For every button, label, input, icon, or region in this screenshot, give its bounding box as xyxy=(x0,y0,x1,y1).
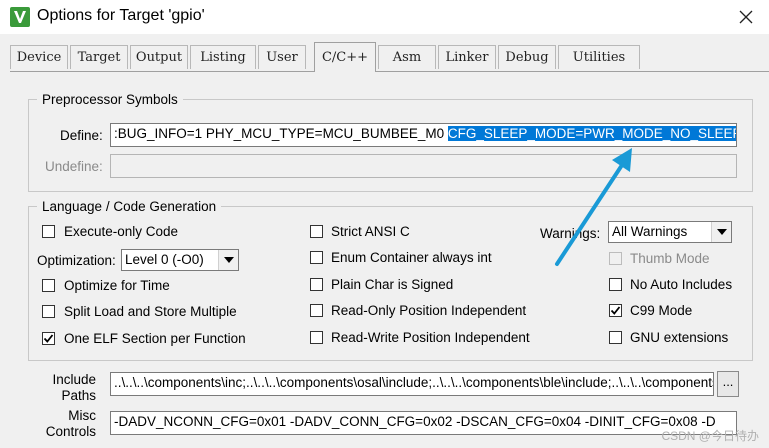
no-auto-includes-checkbox[interactable] xyxy=(609,278,622,291)
plain-char-checkbox[interactable] xyxy=(310,278,323,291)
include-paths-label-line2: Paths xyxy=(61,388,96,403)
define-label: Define: xyxy=(60,128,103,143)
undefine-input[interactable] xyxy=(110,154,737,178)
tab-strip: Device Target Output Listing User C/C++ … xyxy=(10,42,769,72)
include-browse-button[interactable]: ... xyxy=(717,371,739,397)
warnings-label: Warnings: xyxy=(540,226,601,241)
rw-pi-checkbox[interactable] xyxy=(310,331,323,344)
no-auto-includes-label: No Auto Includes xyxy=(630,277,733,292)
window-title: Options for Target 'gpio' xyxy=(37,7,205,24)
tab-output[interactable]: Output xyxy=(130,45,188,69)
include-paths-input[interactable]: ..\..\..\components\inc;..\..\..\compone… xyxy=(110,372,714,396)
close-button[interactable] xyxy=(723,0,769,34)
gnu-ext-label: GNU extensions xyxy=(630,330,729,345)
strict-ansi-label: Strict ANSI C xyxy=(331,224,410,239)
one-elf-checkbox[interactable] xyxy=(42,332,55,345)
tab-device[interactable]: Device xyxy=(10,45,68,69)
warnings-dropdown-button[interactable] xyxy=(711,222,731,242)
codegen-legend: Language / Code Generation xyxy=(42,199,217,214)
ro-pi-checkbox[interactable] xyxy=(310,304,323,317)
warnings-value: All Warnings xyxy=(612,224,688,239)
c99-mode-label: C99 Mode xyxy=(630,303,693,318)
optimization-dropdown-button[interactable] xyxy=(218,250,238,270)
gnu-ext-checkbox[interactable] xyxy=(609,331,622,344)
chevron-down-icon xyxy=(223,257,234,263)
optimization-value: Level 0 (-O0) xyxy=(125,252,204,267)
undefine-label: Undefine: xyxy=(45,159,103,174)
split-load-checkbox[interactable] xyxy=(42,305,55,318)
keil-uvision-icon xyxy=(10,7,30,27)
strict-ansi-checkbox[interactable] xyxy=(310,225,323,238)
tab-debug[interactable]: Debug xyxy=(498,45,556,69)
close-icon xyxy=(739,10,753,24)
ro-pi-label: Read-Only Position Independent xyxy=(331,303,527,318)
tab-linker[interactable]: Linker xyxy=(438,45,496,69)
warnings-select[interactable]: All Warnings xyxy=(608,221,732,243)
title-bar: Options for Target 'gpio' xyxy=(0,0,769,34)
c99-mode-checkbox[interactable] xyxy=(609,304,622,317)
optimization-select[interactable]: Level 0 (-O0) xyxy=(121,249,239,271)
tab-utilities[interactable]: Utilities xyxy=(558,45,640,69)
watermark: CSDN @今日待办 xyxy=(661,429,759,443)
tab-target[interactable]: Target xyxy=(70,45,128,69)
misc-controls-label-line1: Misc xyxy=(68,408,96,423)
define-input[interactable]: :BUG_INFO=1 PHY_MCU_TYPE=MCU_BUMBEE_M0 C… xyxy=(110,123,737,147)
optimize-time-label: Optimize for Time xyxy=(64,278,170,293)
split-load-label: Split Load and Store Multiple xyxy=(64,304,237,319)
optimize-time-checkbox[interactable] xyxy=(42,279,55,292)
enum-container-label: Enum Container always int xyxy=(331,250,492,265)
execute-only-label: Execute-only Code xyxy=(64,224,179,239)
misc-controls-label-line2: Controls xyxy=(45,424,96,439)
checkmark-icon xyxy=(610,306,621,315)
tab-user[interactable]: User xyxy=(258,45,306,69)
thumb-mode-checkbox[interactable] xyxy=(609,252,622,265)
plain-char-label: Plain Char is Signed xyxy=(331,277,454,292)
define-selected-text: CFG_SLEEP_MODE=PWR_MODE_NO_SLEEP xyxy=(447,126,736,141)
optimization-label: Optimization: xyxy=(37,253,116,268)
checkmark-icon xyxy=(43,334,54,343)
thumb-mode-label: Thumb Mode xyxy=(630,251,710,266)
one-elf-label: One ELF Section per Function xyxy=(64,331,246,346)
tab-asm[interactable]: Asm xyxy=(378,45,436,69)
tab-baseline xyxy=(10,71,769,72)
execute-only-checkbox[interactable] xyxy=(42,225,55,238)
rw-pi-label: Read-Write Position Independent xyxy=(331,330,530,345)
misc-controls-input[interactable]: -DADV_NCONN_CFG=0x01 -DADV_CONN_CFG=0x02… xyxy=(110,411,737,435)
chevron-down-icon xyxy=(716,229,727,235)
enum-container-checkbox[interactable] xyxy=(310,251,323,264)
tab-cc[interactable]: C/C++ xyxy=(314,42,376,72)
define-text: :BUG_INFO=1 PHY_MCU_TYPE=MCU_BUMBEE_M0 xyxy=(114,126,448,141)
tab-listing[interactable]: Listing xyxy=(190,45,256,69)
preprocessor-legend: Preprocessor Symbols xyxy=(42,92,178,107)
include-paths-label-line1: Include xyxy=(52,372,96,387)
